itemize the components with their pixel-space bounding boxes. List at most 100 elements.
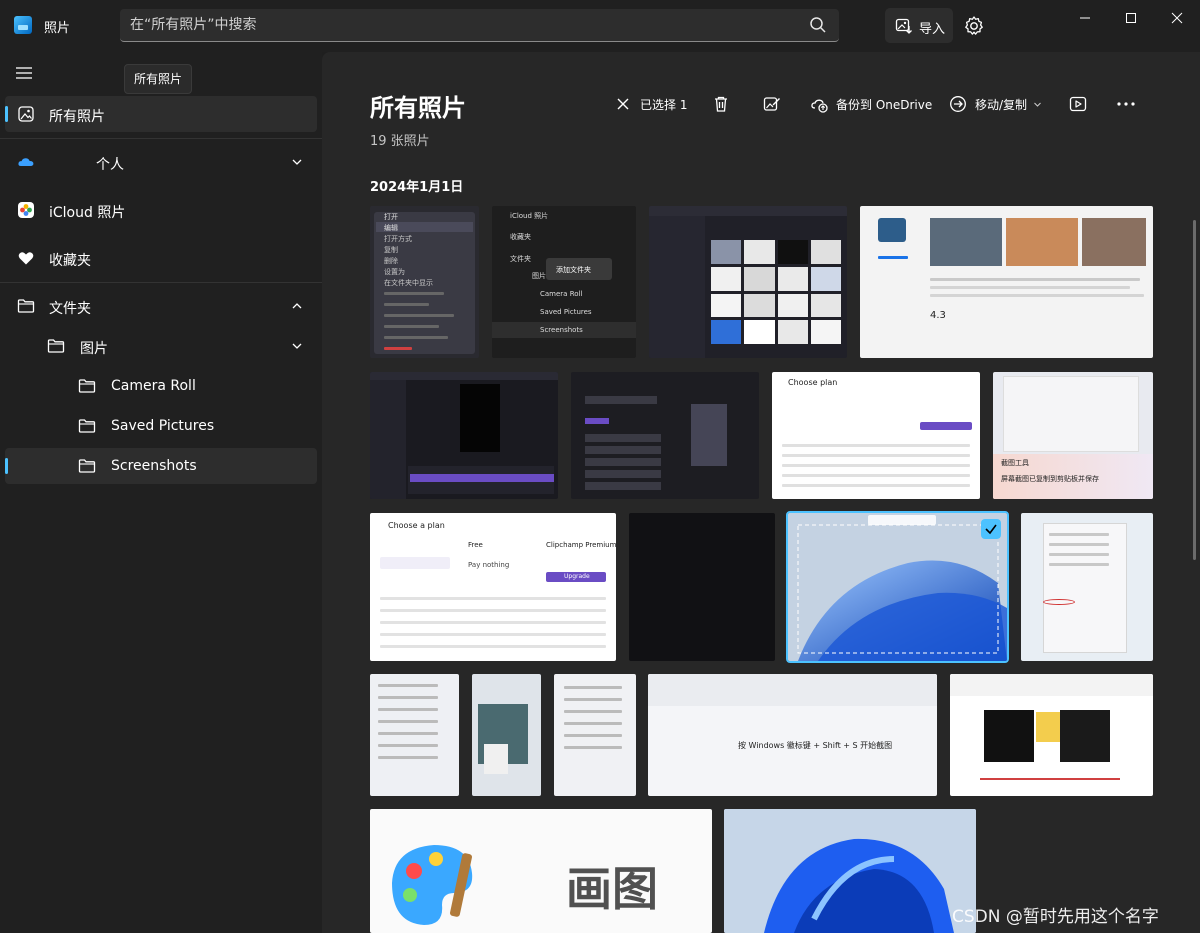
thumb-text: 添加文件夹 [556, 266, 591, 274]
thumb-text: 截图工具 [1001, 459, 1029, 467]
chevron-down-icon [1034, 102, 1041, 107]
photo-thumbnail[interactable] [472, 674, 541, 796]
selection-count: 已选择 1 [640, 97, 688, 112]
photo-thumbnail[interactable] [649, 206, 847, 358]
photo-thumbnail[interactable] [370, 372, 558, 499]
photo-thumbnail[interactable]: 画图 [370, 809, 712, 933]
search-icon[interactable] [809, 16, 827, 34]
sidebar-divider [0, 138, 322, 139]
chevron-up-icon[interactable] [291, 300, 303, 312]
backup-onedrive-button[interactable]: 备份到 OneDrive [810, 93, 932, 115]
chevron-down-icon[interactable] [291, 156, 303, 168]
move-copy-button[interactable]: 移动/复制 [949, 93, 1042, 115]
paint-title: 画图 [566, 862, 658, 916]
page-title: 所有照片 [370, 94, 466, 122]
chevron-down-icon[interactable] [291, 340, 303, 352]
onedrive-cloud-icon [18, 158, 34, 166]
menu-text: 复制 [384, 246, 398, 254]
photo-thumbnail[interactable] [1021, 513, 1153, 661]
minimize-button[interactable] [1062, 0, 1108, 36]
photo-thumbnail[interactable]: 截图工具 屏幕截图已复制到剪贴板并保存 [993, 372, 1153, 499]
photo-thumbnail[interactable] [370, 674, 459, 796]
thumb-text: Camera Roll [540, 290, 583, 298]
csdn-watermark: CSDN @暂时先用这个名字 [952, 907, 1159, 927]
photo-thumbnail[interactable] [554, 674, 636, 796]
tooltip: 所有照片 [124, 64, 193, 94]
title-bar: 照片 导入 [0, 0, 1200, 52]
search-box[interactable] [120, 9, 839, 42]
menu-text: 编辑 [384, 224, 398, 232]
thumb-text: 屏幕截图已复制到剪贴板并保存 [1001, 475, 1099, 483]
sidebar-item-screenshots[interactable]: Screenshots [5, 448, 317, 484]
photo-thumbnail[interactable] [629, 513, 775, 661]
move-arrow-icon [950, 96, 966, 112]
import-button[interactable]: 导入 [885, 8, 953, 43]
close-icon [1171, 12, 1183, 24]
search-input[interactable] [130, 15, 790, 35]
thumb-text: 按 Windows 徽标键 + Shift + S 开始截图 [738, 741, 893, 750]
deselect-button[interactable]: 已选择 1 [614, 93, 687, 115]
date-group-header: 2024年1月1日 [370, 180, 464, 195]
slideshow-icon[interactable] [1069, 95, 1087, 113]
photo-thumbnail[interactable]: Choose a plan Free Clipchamp Premium Pay… [370, 513, 616, 661]
backup-label: 备份到 OneDrive [836, 97, 933, 112]
selection-checkbox[interactable] [981, 519, 1001, 539]
thumb-text: 收藏夹 [510, 233, 531, 241]
sidebar-item-personal-onedrive[interactable]: 个人 [5, 144, 317, 180]
photo-thumbnail[interactable]: 按 Windows 徽标键 + Shift + S 开始截图 [648, 674, 937, 796]
photo-count: 19 张照片 [370, 134, 430, 149]
maximize-icon [1126, 13, 1136, 23]
sidebar-item-label: 个人 [96, 157, 124, 173]
sidebar: 所有照片 所有照片 个人 iCloud 照片 收藏夹 文件夹 图片 Camera… [0, 52, 322, 933]
photo-thumbnail[interactable]: 打开 编辑 打开方式 复制 删除 设置为 在文件夹中显示 [370, 206, 479, 358]
thumb-text: 图片 [532, 272, 546, 280]
sidebar-item-label: Saved Pictures [111, 418, 215, 434]
hamburger-menu-icon[interactable] [16, 66, 34, 80]
windows-bloom-wallpaper [724, 809, 976, 933]
sidebar-item-label: iCloud 照片 [49, 205, 126, 221]
sidebar-item-saved-pictures[interactable]: Saved Pictures [5, 408, 317, 444]
menu-text: 删除 [384, 257, 398, 265]
photo-thumbnail[interactable]: iCloud 照片 收藏夹 文件夹 图片 添加文件夹 Camera Roll S… [492, 206, 636, 358]
sidebar-item-icloud[interactable]: iCloud 照片 [5, 192, 317, 228]
photo-thumbnail[interactable]: Choose plan [772, 372, 980, 499]
sidebar-item-label: 所有照片 [49, 109, 105, 125]
gear-icon[interactable] [962, 14, 986, 38]
folder-icon [17, 299, 35, 313]
move-copy-label: 移动/复制 [975, 97, 1028, 112]
thumb-text: Choose a plan [388, 521, 445, 530]
photo-thumbnail[interactable] [724, 809, 976, 933]
sidebar-item-label: Screenshots [111, 458, 197, 474]
folder-icon [78, 419, 96, 433]
photo-thumbnail[interactable]: 4.3 [860, 206, 1153, 358]
folder-icon [78, 379, 96, 393]
paint-app-logo [392, 845, 473, 925]
close-icon [617, 98, 629, 110]
sidebar-item-camera-roll[interactable]: Camera Roll [5, 368, 317, 404]
folder-icon [78, 459, 96, 473]
photos-icon [18, 106, 34, 122]
sidebar-item-folders[interactable]: 文件夹 [5, 288, 317, 324]
photo-thumbnail[interactable] [571, 372, 759, 499]
minimize-icon [1080, 17, 1090, 19]
sidebar-item-label: 收藏夹 [49, 253, 91, 269]
import-photo-icon [895, 18, 912, 34]
more-options-icon[interactable] [1116, 95, 1136, 113]
photo-thumbnail[interactable] [950, 674, 1153, 796]
maximize-button[interactable] [1108, 0, 1154, 36]
scrollbar[interactable] [1193, 220, 1196, 560]
sidebar-item-all-photos[interactable]: 所有照片 [5, 96, 317, 132]
heart-icon [18, 252, 34, 265]
delete-icon[interactable] [712, 95, 730, 113]
edit-image-icon[interactable] [763, 95, 781, 113]
close-button[interactable] [1154, 0, 1200, 36]
cloud-backup-icon [811, 99, 828, 113]
sidebar-item-label: 文件夹 [49, 301, 91, 317]
photo-thumbnail-selected[interactable] [786, 511, 1009, 663]
checkmark-icon [985, 524, 997, 535]
sidebar-item-favorites[interactable]: 收藏夹 [5, 240, 317, 276]
thumb-text: Pay nothing [468, 561, 510, 569]
sidebar-item-pictures[interactable]: 图片 [5, 328, 317, 364]
icloud-photos-icon [18, 202, 34, 218]
thumb-text: Free [468, 541, 483, 549]
